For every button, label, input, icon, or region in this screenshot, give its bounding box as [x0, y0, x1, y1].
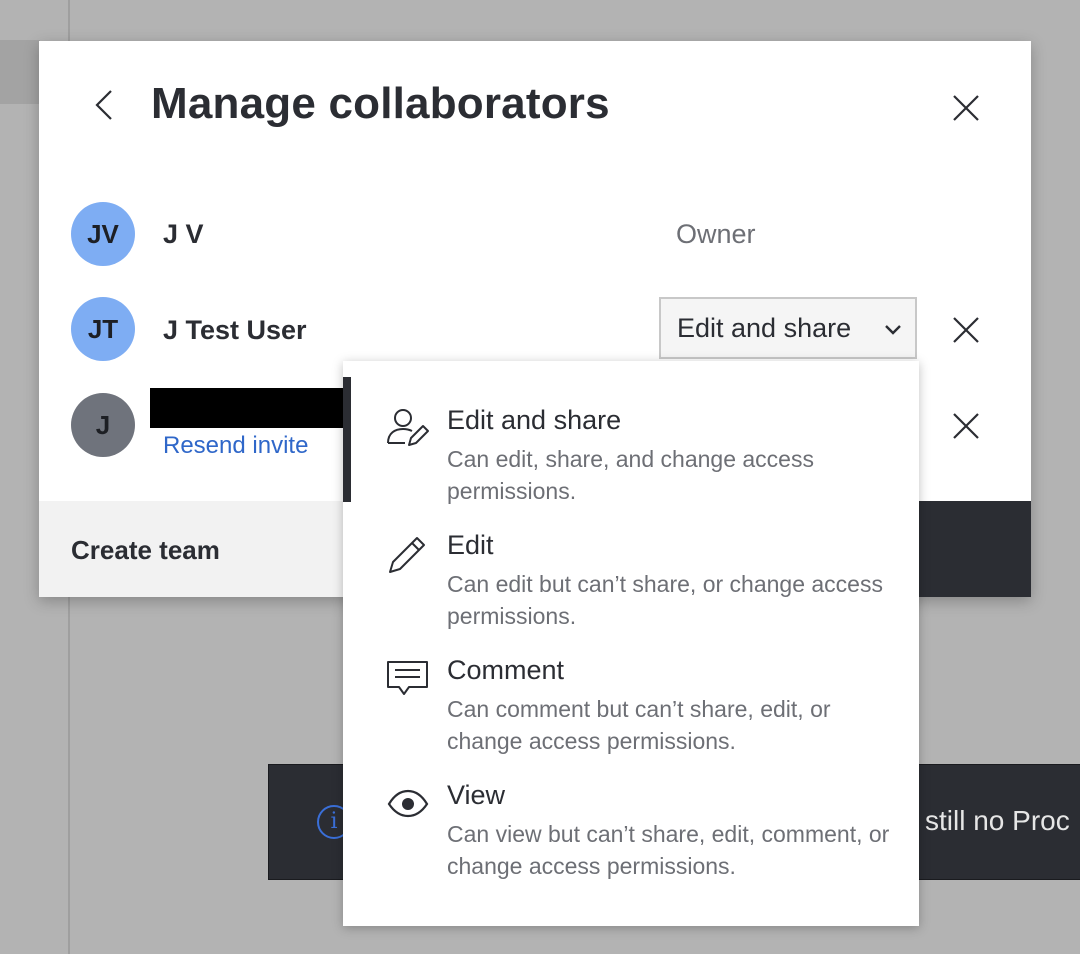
menu-item-comment[interactable]: Comment Can comment but can’t share, edi… [343, 627, 919, 754]
avatar: JV [71, 202, 135, 266]
chevron-down-icon [885, 325, 901, 335]
create-team-button[interactable]: Create team [71, 535, 220, 566]
dialog-title: Manage collaborators [151, 79, 610, 128]
close-icon [953, 317, 979, 343]
menu-item-title: Edit and share [447, 405, 622, 435]
menu-item-edit[interactable]: Edit Can edit but can’t share, or change… [343, 502, 919, 629]
resend-invite-link[interactable]: Resend invite [163, 432, 308, 460]
back-button[interactable] [87, 85, 127, 125]
owner-role-label: Owner [676, 219, 756, 249]
collaborator-name: J Test User [163, 315, 307, 345]
permission-select[interactable]: Edit and share [659, 297, 917, 359]
menu-item-description: Can edit but can’t share, or change acce… [447, 571, 883, 629]
menu-item-edit-and-share[interactable]: Edit and share Can edit, share, and chan… [343, 377, 919, 504]
user-edit-icon [387, 409, 429, 446]
footer-primary-button[interactable] [917, 501, 1031, 597]
redacted-name [150, 388, 350, 428]
dialog-header: Manage collaborators [39, 41, 1031, 171]
avatar: JT [71, 297, 135, 361]
avatar: J [71, 393, 135, 457]
menu-item-description: Can edit, share, and change access permi… [447, 446, 814, 504]
close-icon [953, 95, 979, 121]
menu-item-title: View [447, 780, 506, 810]
pencil-icon [389, 537, 425, 573]
eye-icon [387, 789, 429, 818]
menu-item-description: Can view but can’t share, edit, comment,… [447, 821, 890, 879]
chevron-left-icon [95, 90, 112, 120]
menu-item-title: Edit [447, 530, 494, 560]
collaborator-row-owner: JV J V Owner [39, 193, 1031, 273]
menu-item-description: Can comment but can’t share, edit, or ch… [447, 696, 831, 754]
menu-item-title: Comment [447, 655, 565, 685]
collaborator-name: J V [163, 219, 204, 249]
toast-text: still no Proc [925, 805, 1070, 836]
remove-collaborator-button[interactable] [949, 409, 983, 443]
remove-collaborator-button[interactable] [949, 313, 983, 347]
permission-dropdown-menu: Edit and share Can edit, share, and chan… [343, 361, 919, 926]
menu-item-view[interactable]: View Can view but can’t share, edit, com… [343, 752, 919, 912]
background-panel-tab [0, 40, 40, 104]
close-icon [953, 413, 979, 439]
close-dialog-button[interactable] [949, 91, 983, 125]
dialog-footer: Create team [39, 501, 344, 597]
permission-select-value: Edit and share [677, 313, 852, 343]
comment-icon [387, 661, 428, 695]
